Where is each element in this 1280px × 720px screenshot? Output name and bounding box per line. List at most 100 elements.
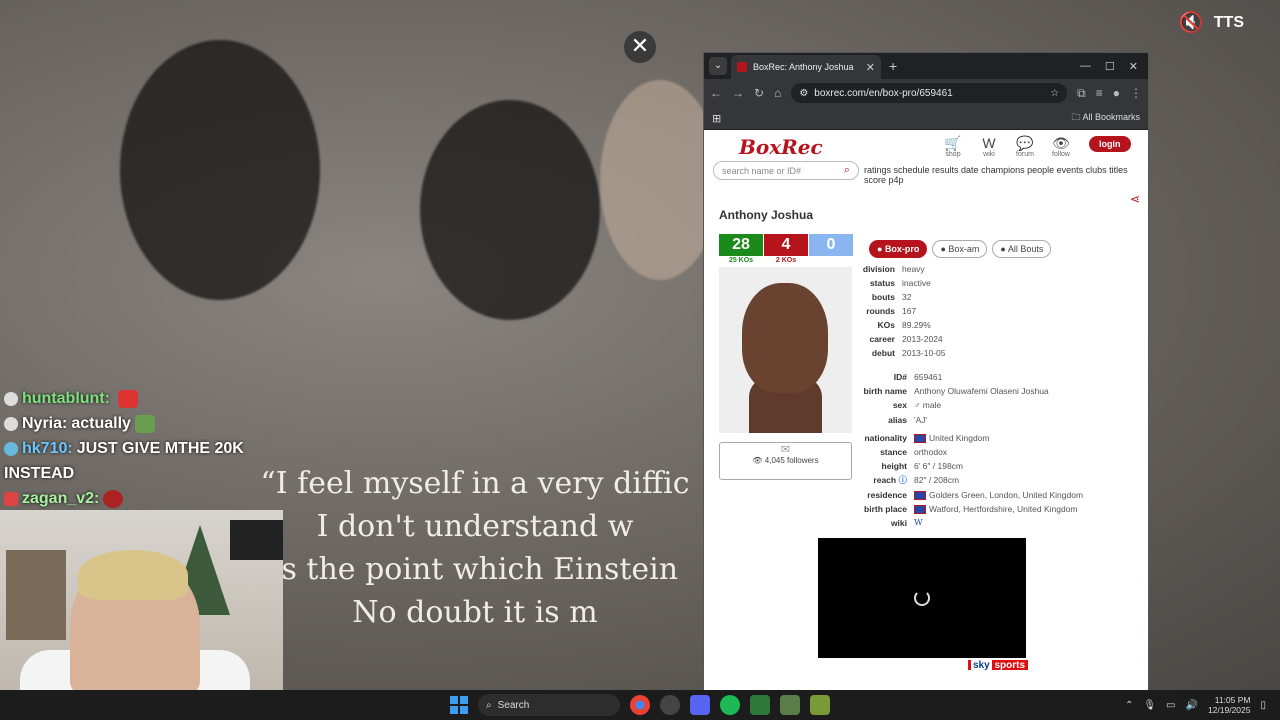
browser-window: ⌄ BoxRec: Anthony Joshua ✕ + — ☐ ✕ ← → ↻… [703, 52, 1149, 692]
info-row: division heavy [862, 264, 925, 274]
losses-kos: 2 KOs [775, 257, 797, 264]
chat-bubble-icon: 💬 [1016, 135, 1034, 151]
volume-icon[interactable]: 🔊 [1185, 700, 1197, 711]
spotify-icon[interactable] [720, 695, 740, 715]
eye-icon: 👁 [1052, 135, 1070, 151]
wikipedia-link-icon[interactable]: W [914, 516, 923, 530]
uk-flag-icon [914, 434, 926, 443]
personal-details: ID# 659461 birth name Anthony Oluwafemi Ol… [854, 370, 1084, 530]
reload-icon[interactable]: ↻ [754, 86, 764, 100]
tts-indicator: 🔇 TTS [1179, 10, 1244, 35]
window-controls: — ☐ ✕ [1080, 60, 1148, 73]
back-icon[interactable]: ← [710, 86, 722, 100]
site-info-icon[interactable]: ⚙ [799, 88, 808, 99]
browser-toolbar: ← → ↻ ⌂ ⚙ boxrec.com/en/box-pro/659461 ☆… [704, 79, 1148, 107]
microphone-icon[interactable]: 🎙 [1143, 700, 1156, 711]
clock[interactable]: 11:05 PM 12/19/2025 [1208, 695, 1251, 715]
followers-count: 4,045 followers [764, 456, 819, 465]
boxrec-search-input[interactable]: search name or ID# ⌕ [713, 161, 859, 180]
share-icon[interactable]: ⋖ [1130, 192, 1140, 206]
detail-row: alias 'AJ' [888, 414, 928, 425]
follow-link[interactable]: 👁 follow [1050, 135, 1072, 159]
window-close-icon[interactable]: ✕ [1129, 60, 1138, 73]
extensions-icon[interactable]: ⧉ [1077, 86, 1086, 101]
detail-row: height 6′ 6″ / 198cm [881, 461, 964, 472]
discord-icon[interactable] [690, 695, 710, 715]
info-row: KOs 89.29% [877, 320, 931, 330]
media-icon[interactable]: ≡ [1096, 86, 1103, 100]
menu-icon[interactable]: ⋮ [1130, 86, 1142, 100]
wins-kos: 25 KOs [728, 257, 754, 264]
detail-row: residence Golders Green, London, United K… [867, 489, 1084, 500]
quote-line: No doubt it is m [352, 595, 598, 630]
detail-row: wiki W [854, 516, 1083, 530]
chevron-up-icon[interactable]: ⌃ [1125, 700, 1133, 711]
chat-text: INSTEAD [4, 465, 75, 482]
windows-taskbar: ⌕ Search ⌃ 🎙 ▭ 🔊 11:05 PM 12/19/2025 ▯ [0, 690, 1280, 720]
badge-icon [4, 416, 18, 431]
wins-count: 28 [719, 234, 763, 256]
boxrec-favicon-icon [737, 62, 747, 72]
chat-message: Nyria: actually [4, 411, 244, 436]
all-bookmarks-button[interactable]: 🗀 All Bookmarks [1071, 110, 1140, 126]
chat-username: zagan_v2: [22, 490, 100, 507]
tab-all-bouts[interactable]: ● All Bouts [992, 240, 1052, 258]
wiki-link[interactable]: Wwiki [978, 136, 1000, 159]
sky-sports-logo: sky sports [968, 660, 1029, 670]
video-player[interactable] [818, 538, 1026, 658]
uk-flag-icon [914, 504, 926, 514]
quote-text: “I feel myself in a very diffic I don't … [240, 462, 710, 634]
home-icon[interactable]: ⌂ [774, 86, 781, 100]
streamer-hair [78, 550, 188, 600]
clock-time: 11:05 PM [1214, 695, 1251, 705]
profile-avatar[interactable]: ● [1113, 86, 1120, 100]
system-tray: ⌃ 🎙 ▭ 🔊 11:05 PM 12/19/2025 ▯ [1125, 690, 1266, 720]
tab-box-pro[interactable]: ● Box-pro [869, 240, 928, 258]
taskbar-apps: ⌕ Search [450, 690, 830, 720]
browser-tab[interactable]: BoxRec: Anthony Joshua ✕ [731, 55, 881, 79]
tab-search-icon[interactable]: ⌄ [709, 57, 727, 75]
chrome-icon[interactable] [630, 695, 650, 715]
quote-line: is the point which Einstein [271, 552, 679, 587]
maximize-icon[interactable]: ☐ [1105, 60, 1115, 73]
chat-username: Nyria: [22, 415, 68, 432]
close-icon[interactable]: ✕ [624, 31, 656, 63]
taskbar-search[interactable]: ⌕ Search [478, 694, 620, 716]
stream-chat: huntablunt: Nyria: actually hk710: JUST … [4, 386, 244, 511]
search-icon: ⌕ [486, 699, 492, 711]
forum-link[interactable]: 💬 forum [1014, 135, 1036, 159]
mail-icon: ✉ [780, 444, 791, 456]
address-bar[interactable]: ⚙ boxrec.com/en/box-pro/659461 ☆ [791, 83, 1068, 103]
obs-icon[interactable] [660, 695, 680, 715]
shop-link[interactable]: 🛒 shop [942, 136, 964, 159]
santa-emote-icon [103, 489, 124, 508]
quote-line: “I feel myself in a very diffic [260, 466, 690, 501]
info-icon[interactable]: ⓘ [898, 475, 907, 485]
apps-grid-icon[interactable]: ⊞ [712, 112, 721, 125]
main-nav-links[interactable]: ratings schedule results date champions … [864, 165, 1139, 185]
forward-icon[interactable]: → [732, 86, 744, 100]
badge-icon [4, 391, 18, 406]
network-icon[interactable]: ▭ [1166, 700, 1175, 711]
quote-line: I don't understand w [316, 509, 634, 544]
webcam-feed [0, 510, 283, 690]
detail-row: nationality United Kingdom [864, 432, 990, 443]
app-icon[interactable] [780, 695, 800, 715]
login-button[interactable]: login [1089, 136, 1131, 152]
tab-box-am[interactable]: ● Box-am [932, 240, 988, 258]
tab-close-icon[interactable]: ✕ [866, 61, 875, 74]
windows-start-icon[interactable] [450, 696, 468, 714]
minimize-icon[interactable]: — [1080, 60, 1091, 73]
bookmark-star-icon[interactable]: ☆ [1050, 88, 1059, 99]
detail-row: ID# 659461 [893, 372, 943, 382]
search-icon[interactable]: ⌕ [844, 164, 850, 177]
notification-icon[interactable]: ▯ [1260, 700, 1266, 711]
info-row: rounds 167 [866, 306, 917, 316]
info-row: bouts 32 [871, 292, 912, 302]
app-icon[interactable] [750, 695, 770, 715]
app-icon[interactable] [810, 695, 830, 715]
boxrec-logo[interactable]: BoxRec [739, 135, 823, 159]
new-tab-icon[interactable]: + [889, 58, 897, 74]
follow-box[interactable]: ✉ 👁 4,045 followers [719, 442, 852, 480]
santa-emote-icon [117, 389, 138, 408]
